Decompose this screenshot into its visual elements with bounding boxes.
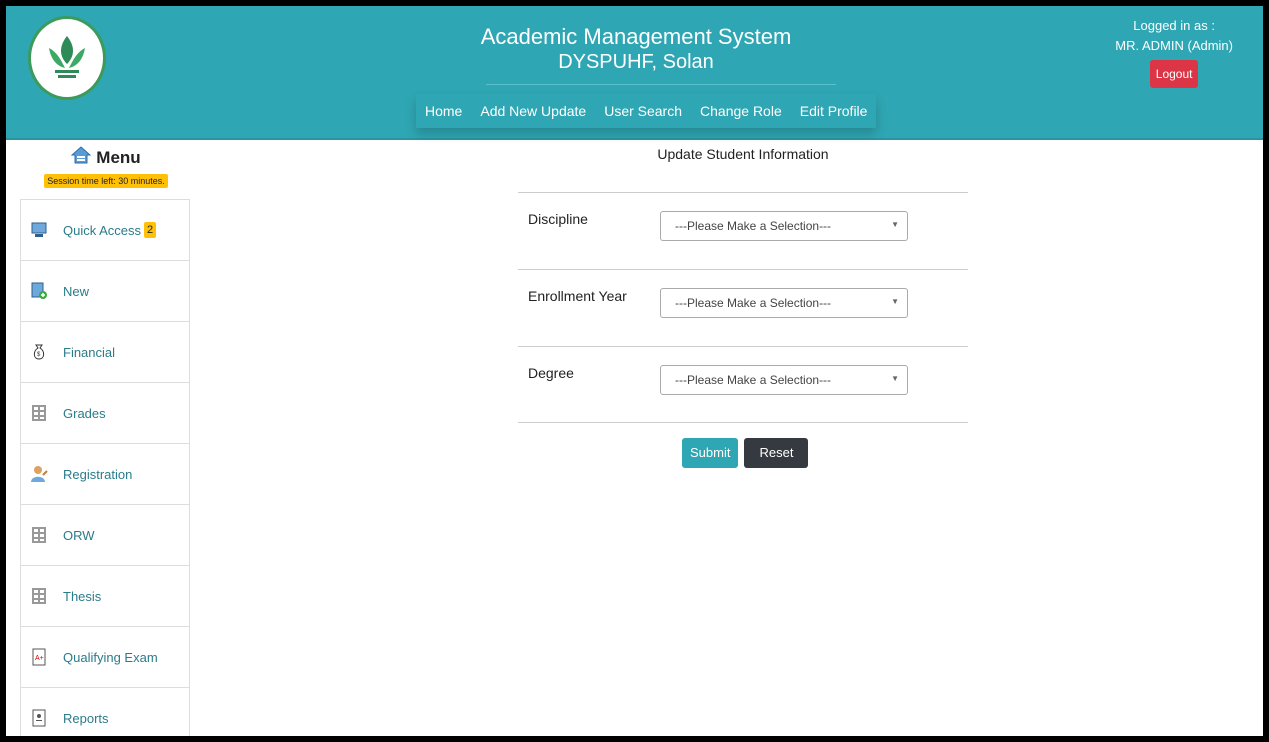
grid-icon xyxy=(29,403,49,423)
degree-label: Degree xyxy=(528,365,574,381)
nav-add-new-update[interactable]: Add New Update xyxy=(471,94,595,128)
logout-button[interactable]: Logout xyxy=(1149,60,1199,88)
sidebar-item-label: Registration xyxy=(63,466,133,482)
sidebar-item-grades[interactable]: Grades xyxy=(21,383,189,444)
chevron-down-icon: ▼ xyxy=(891,220,899,229)
app-frame: Academic Management System DYSPUHF, Sola… xyxy=(6,6,1263,736)
form-row-enrollment-year: Enrollment Year ---Please Make a Selecti… xyxy=(518,269,968,346)
menu-title[interactable]: Menu xyxy=(70,146,141,169)
sidebar-item-label: Thesis xyxy=(63,588,102,604)
form-row-discipline: Discipline ---Please Make a Selection---… xyxy=(518,192,968,269)
enrollment-year-select-value: ---Please Make a Selection--- xyxy=(675,296,832,310)
title-divider xyxy=(486,84,836,85)
university-logo xyxy=(28,16,106,100)
form-row-degree: Degree ---Please Make a Selection--- ▼ xyxy=(518,346,968,423)
discipline-select[interactable]: ---Please Make a Selection--- ▼ xyxy=(660,211,908,241)
sidebar-item-quick-access[interactable]: Quick Access 2 xyxy=(21,200,189,261)
sidebar-item-label: New xyxy=(63,283,90,299)
enrollment-year-label: Enrollment Year xyxy=(528,288,627,304)
svg-text:A+: A+ xyxy=(35,655,44,662)
chevron-down-icon: ▼ xyxy=(891,297,899,306)
sidebar-item-label: Qualifying Exam xyxy=(63,649,158,665)
nav-user-search[interactable]: User Search xyxy=(595,94,691,128)
sidebar-item-orw[interactable]: ORW xyxy=(21,505,189,566)
login-info: Logged in as : MR. ADMIN (Admin) Logout xyxy=(1115,16,1233,88)
sidebar-item-label: Reports xyxy=(63,710,109,726)
user-icon xyxy=(29,464,49,484)
enrollment-year-select[interactable]: ---Please Make a Selection--- ▼ xyxy=(660,288,908,318)
nav-home[interactable]: Home xyxy=(416,94,471,128)
nav-edit-profile[interactable]: Edit Profile xyxy=(791,94,877,128)
grid-icon xyxy=(29,586,49,606)
report-icon xyxy=(29,708,49,728)
degree-select[interactable]: ---Please Make a Selection--- ▼ xyxy=(660,365,908,395)
institution-name: DYSPUHF, Solan xyxy=(558,51,714,73)
session-timer-badge: Session time left: 30 minutes. xyxy=(44,174,168,188)
new-doc-icon xyxy=(29,281,49,301)
submit-button[interactable]: Submit xyxy=(682,438,739,468)
sidebar-item-registration[interactable]: Registration xyxy=(21,444,189,505)
grid-icon xyxy=(29,525,49,545)
sidebar-item-label: Financial xyxy=(63,344,116,360)
reset-button[interactable]: Reset xyxy=(744,438,809,468)
header: Academic Management System DYSPUHF, Sola… xyxy=(6,6,1263,140)
quick-access-count-badge: 2 xyxy=(144,222,157,238)
sidebar-item-new[interactable]: New xyxy=(21,261,189,322)
discipline-select-value: ---Please Make a Selection--- xyxy=(675,219,832,233)
sidebar-item-reports[interactable]: Reports xyxy=(21,688,189,736)
degree-select-value: ---Please Make a Selection--- xyxy=(675,373,832,387)
chevron-down-icon: ▼ xyxy=(891,374,899,383)
sidebar-item-label: ORW xyxy=(63,527,95,543)
system-title: Academic Management System xyxy=(480,24,792,49)
form-actions: Submit Reset xyxy=(682,438,809,468)
user-name: MR. ADMIN (Admin) xyxy=(1115,38,1233,53)
discipline-label: Discipline xyxy=(528,211,588,227)
sidebar-header: Menu Session time left: 30 minutes. xyxy=(26,146,186,189)
sidebar-item-thesis[interactable]: Thesis xyxy=(21,566,189,627)
money-bag-icon: $ xyxy=(29,342,49,362)
home-icon xyxy=(70,146,92,169)
monitor-icon xyxy=(29,220,49,240)
top-nav: Home Add New Update User Search Change R… xyxy=(416,94,877,128)
sidebar-item-label: Quick Access xyxy=(63,222,142,238)
page-title: Update Student Information xyxy=(657,146,829,162)
nav-change-role[interactable]: Change Role xyxy=(691,94,791,128)
menu-label: Menu xyxy=(96,147,141,167)
sidebar-item-financial[interactable]: $ Financial xyxy=(21,322,189,383)
update-student-form: Discipline ---Please Make a Selection---… xyxy=(518,192,968,423)
exam-icon: A+ xyxy=(29,647,49,667)
logged-in-label: Logged in as : xyxy=(1133,18,1215,33)
sidebar-item-label: Grades xyxy=(63,405,106,421)
sidebar: Quick Access 2 New $ Financial Grades Re… xyxy=(20,199,190,736)
sidebar-item-qualifying-exam[interactable]: A+ Qualifying Exam xyxy=(21,627,189,688)
